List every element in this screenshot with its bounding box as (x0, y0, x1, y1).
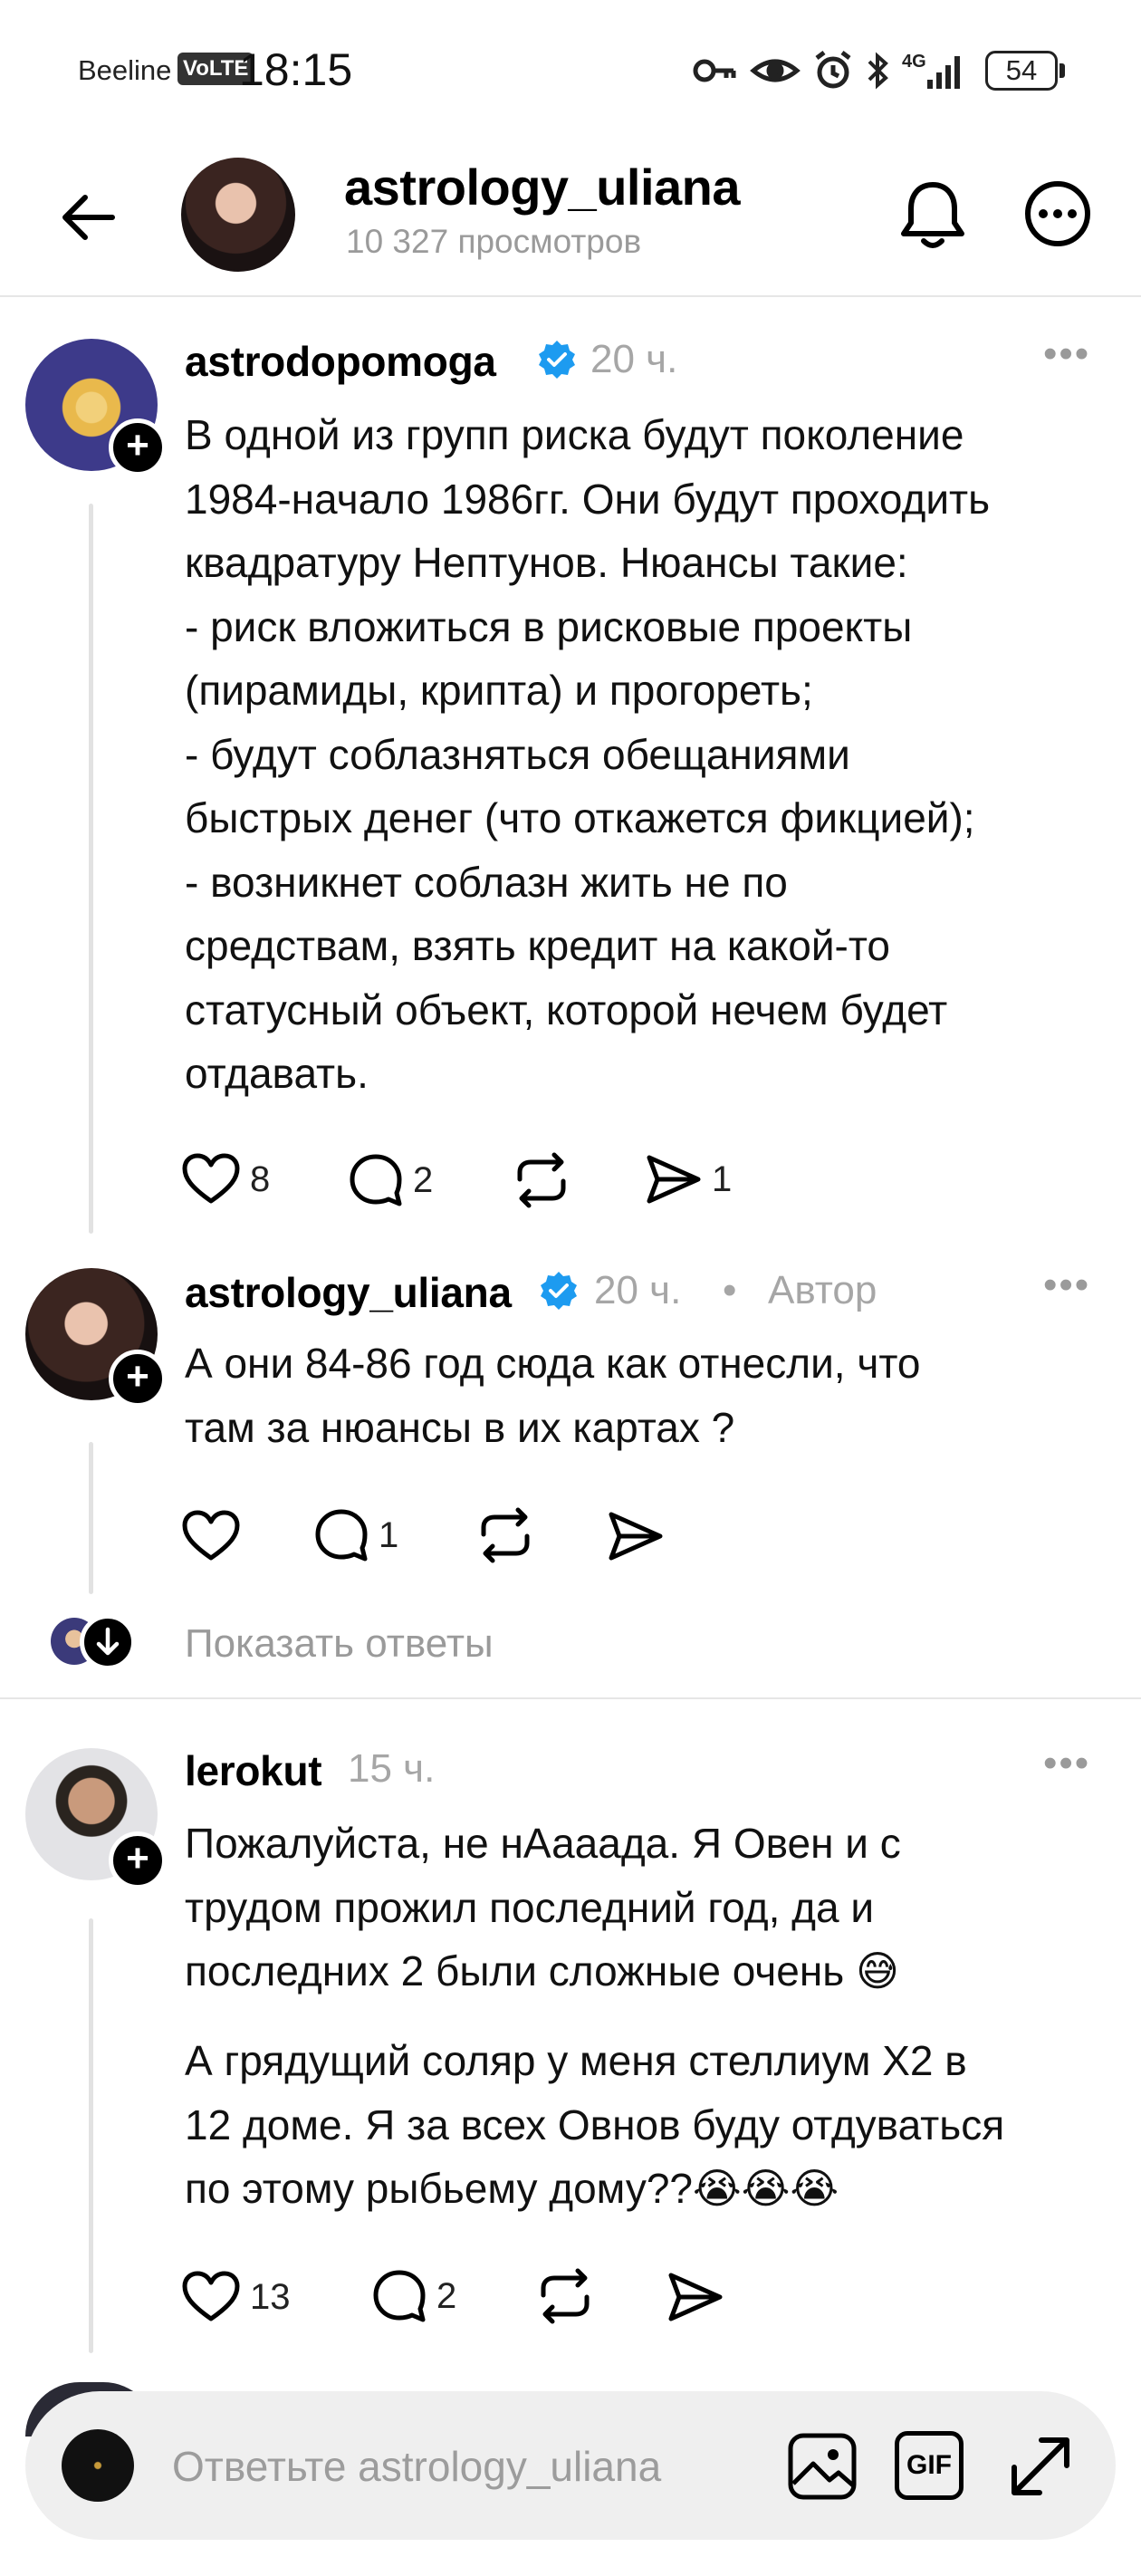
thread-line (89, 504, 93, 1234)
verified-badge-icon (539, 341, 575, 379)
like-button[interactable] (181, 1509, 241, 1563)
header-title[interactable]: astrology_uliana (344, 158, 741, 216)
post-time: 15 ч. (348, 1746, 436, 1791)
signal-icon (927, 56, 960, 89)
expand-compose-button[interactable] (1005, 2431, 1076, 2502)
like-count: 13 (250, 2276, 291, 2317)
bell-icon (901, 182, 964, 248)
follow-plus-button[interactable]: + (109, 1350, 167, 1408)
verified-badge-icon (541, 1272, 577, 1310)
status-icons: 4G (688, 47, 978, 94)
more-options-button[interactable] (1021, 178, 1094, 250)
status-bar: Beeline VoLTE 18:15 4G 54 (0, 0, 1141, 136)
reply-button[interactable]: 2 (348, 1152, 433, 1208)
thread-header: astrology_uliana 10 327 просмотров (0, 136, 1141, 297)
reply-button[interactable]: 2 (371, 2268, 456, 2324)
reply-compose-bar[interactable]: Ответьте astrology_uliana GIF (25, 2391, 1116, 2540)
heart-icon (182, 1510, 240, 1561)
like-button[interactable]: 8 (181, 1152, 270, 1206)
post-more-button[interactable]: ••• (1043, 1263, 1090, 1308)
svg-text:4G: 4G (902, 52, 926, 72)
post-body-paragraph-2: А грядущий соляр у меня стеллиум Х2 в 12… (185, 2037, 1005, 2212)
follow-plus-button[interactable]: + (109, 418, 167, 476)
bluetooth-icon (868, 52, 888, 90)
share-button[interactable] (666, 2270, 724, 2324)
repost-button[interactable] (476, 1507, 534, 1563)
repost-button[interactable] (513, 1152, 570, 1208)
status-time: 18:15 (239, 44, 353, 95)
repost-icon (481, 1507, 530, 1563)
share-count: 1 (712, 1158, 733, 1199)
post-body: В одной из групп риска будут поколение 1… (185, 411, 991, 1097)
repost-icon (541, 2268, 590, 2324)
reply-input[interactable]: Ответьте astrology_uliana (172, 2442, 661, 2491)
back-button[interactable] (54, 181, 127, 254)
more-horizontal-icon (1025, 181, 1090, 246)
author-label: Автор (768, 1268, 877, 1312)
post-more-button[interactable]: ••• (1043, 332, 1090, 377)
carrier-name: Beeline (78, 54, 172, 86)
like-count: 8 (250, 1158, 271, 1199)
reply-button[interactable]: 1 (313, 1507, 398, 1563)
post-body: А они 84-86 год сюда как отнесли, что та… (185, 1340, 921, 1451)
image-attach-button[interactable] (786, 2431, 858, 2502)
header-views: 10 327 просмотров (346, 223, 642, 260)
like-button[interactable]: 13 (181, 2270, 291, 2324)
repost-button[interactable] (536, 2268, 594, 2324)
arrow-left-icon (62, 195, 115, 240)
heart-icon (182, 2271, 240, 2321)
thread-line (89, 1918, 93, 2353)
repost-icon (517, 1152, 566, 1208)
comment-icon (315, 1509, 368, 1562)
expand-icon (1012, 2437, 1069, 2495)
eye-icon (750, 59, 801, 82)
reply-count: 2 (413, 1159, 434, 1200)
post-username[interactable]: astrodopomoga (185, 337, 496, 386)
notifications-button[interactable] (896, 178, 969, 254)
reply-count: 1 (379, 1514, 399, 1555)
heart-icon (182, 1153, 240, 1204)
post-username[interactable]: astrology_uliana (185, 1268, 512, 1317)
arrow-down-icon (96, 1627, 120, 1656)
send-icon (609, 1512, 663, 1561)
meta-separator: • (723, 1268, 737, 1312)
battery-tip (1060, 63, 1065, 78)
reply-count: 2 (436, 2275, 457, 2316)
post-time: 20 ч. (590, 337, 678, 381)
key-icon (693, 59, 736, 82)
post-body: Пожалуйста, не нАааада. Я Овен и с трудо… (185, 1820, 901, 1994)
share-button[interactable]: 1 (645, 1152, 732, 1206)
comment-icon (373, 2270, 426, 2322)
own-avatar (62, 2429, 134, 2502)
expand-replies-button[interactable] (80, 1614, 136, 1670)
post-username[interactable]: lerokut (185, 1746, 322, 1795)
image-icon (788, 2433, 857, 2500)
header-avatar[interactable] (181, 158, 295, 272)
follow-plus-button[interactable]: + (109, 1831, 167, 1889)
share-button[interactable] (607, 1509, 665, 1563)
post-time: 20 ч. (594, 1268, 682, 1312)
show-replies-link[interactable]: Показать ответы (185, 1621, 494, 1667)
send-icon (647, 1155, 701, 1204)
comment-icon (350, 1154, 402, 1206)
thread-line (89, 1442, 93, 1594)
post-more-button[interactable]: ••• (1043, 1741, 1090, 1786)
battery-indicator: 54 (985, 51, 1058, 91)
alarm-icon (815, 51, 851, 89)
gif-button[interactable]: GIF (895, 2431, 964, 2500)
divider (0, 1697, 1141, 1699)
send-icon (668, 2273, 723, 2321)
